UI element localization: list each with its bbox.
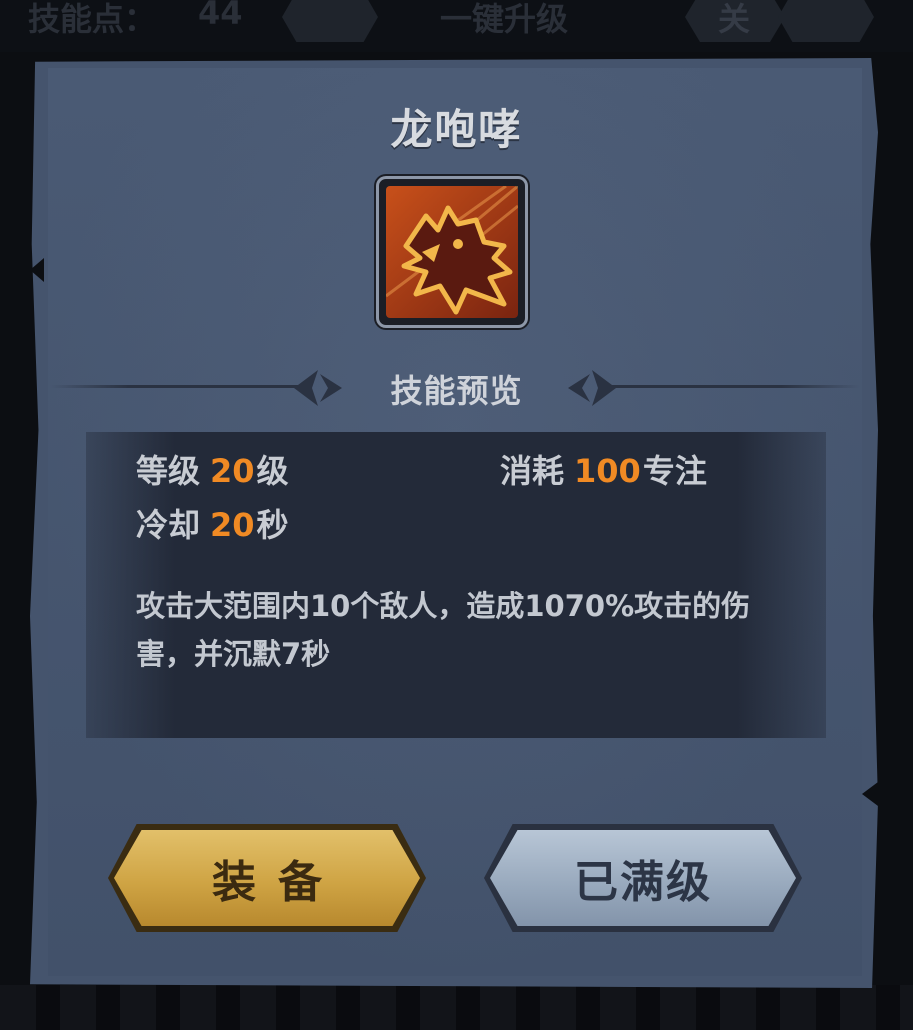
maxed-level-button[interactable]: 已满级 — [484, 824, 802, 932]
level-value: 20 — [210, 452, 255, 490]
cooldown-stat: 冷却 20秒 — [136, 500, 289, 546]
level-label: 等级 — [136, 452, 201, 490]
skill-title: 龙咆哮 — [390, 105, 523, 154]
cost-value: 100 — [574, 452, 641, 490]
cooldown-label: 冷却 — [136, 506, 201, 544]
level-stat: 等级 20级 — [136, 446, 289, 492]
level-unit: 级 — [256, 452, 289, 490]
section-title: 技能预览 — [390, 372, 523, 410]
cooldown-unit: 秒 — [256, 506, 289, 544]
skill-icon-frame — [376, 176, 528, 328]
equip-button-label: 装备 — [114, 830, 420, 926]
equip-button[interactable]: 装备 — [108, 824, 426, 932]
top-bar: 技能点： 44 一键升级 关 — [0, 0, 913, 52]
top-right-button[interactable] — [778, 0, 874, 42]
cooldown-value: 20 — [210, 506, 255, 544]
cost-label: 消耗 — [500, 452, 565, 490]
reset-button[interactable] — [282, 0, 378, 42]
panel-notch-left — [30, 258, 44, 282]
skill-description: 攻击大范围内10个敌人，造成1070%攻击的伤害，并沉默7秒 — [136, 589, 751, 671]
one-click-upgrade-button[interactable]: 一键升级 — [440, 0, 568, 40]
close-label: 关 — [718, 0, 751, 38]
background-list — [0, 985, 913, 1030]
panel-notch-right — [862, 782, 878, 806]
skill-points-value: 44 — [198, 0, 243, 32]
cost-stat: 消耗 100专注 — [500, 446, 707, 492]
dragon-roar-icon — [386, 186, 518, 318]
skill-points-label: 技能点： — [28, 0, 157, 38]
cost-unit: 专注 — [642, 452, 707, 490]
maxed-level-label: 已满级 — [490, 830, 796, 926]
